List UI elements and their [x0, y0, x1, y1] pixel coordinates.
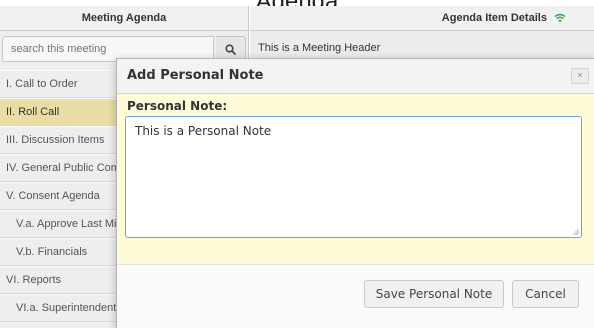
close-icon[interactable]: ×: [571, 68, 589, 84]
add-personal-note-dialog: Add Personal Note × Personal Note: This …: [116, 58, 594, 328]
save-personal-note-button[interactable]: Save Personal Note: [364, 280, 504, 308]
dialog-body: Personal Note: This is a Personal Note: [117, 94, 594, 264]
personal-note-textarea[interactable]: This is a Personal Note: [125, 116, 582, 238]
details-header-label: Agenda Item Details: [441, 12, 547, 24]
personal-note-label: Personal Note:: [127, 99, 228, 113]
dialog-title: Add Personal Note: [127, 68, 264, 83]
dialog-footer: Save Personal Note Cancel: [117, 264, 594, 328]
cancel-button[interactable]: Cancel: [512, 280, 579, 308]
dialog-titlebar: Add Personal Note ×: [117, 59, 594, 94]
resize-grip-icon[interactable]: [571, 227, 579, 235]
search-icon: [225, 44, 236, 56]
wifi-icon: [554, 13, 566, 23]
sidebar-header: Meeting Agenda: [0, 6, 248, 31]
details-header: Agenda Item Details: [250, 6, 594, 31]
